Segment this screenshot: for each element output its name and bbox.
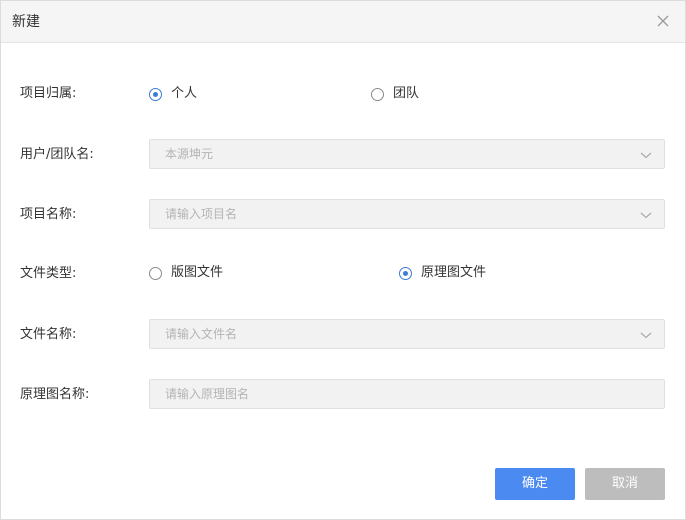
chevron-down-icon: [640, 209, 652, 219]
radio-schematic-file-circle[interactable]: [399, 266, 412, 280]
user-team-name-value: 本源坤元: [165, 147, 214, 161]
radio-team-circle[interactable]: [371, 87, 384, 101]
cancel-button[interactable]: 取消: [585, 468, 665, 500]
file-type-label: 文件类型:: [20, 266, 77, 281]
schematic-name-placeholder: 请输入原理图名: [165, 387, 250, 401]
file-name-label: 文件名称:: [20, 327, 77, 342]
radio-team-label: 团队: [393, 86, 420, 101]
radio-personal-circle[interactable]: [149, 87, 162, 101]
file-name-select[interactable]: 请输入文件名: [149, 319, 665, 349]
file-name-placeholder: 请输入文件名: [165, 327, 238, 341]
user-team-name-label: 用户/团队名:: [20, 147, 94, 162]
project-name-label: 项目名称:: [20, 207, 77, 222]
chevron-down-icon: [640, 149, 652, 159]
dialog-header: 新建: [1, 1, 685, 43]
radio-schematic-file[interactable]: 原理图文件: [399, 264, 486, 282]
radio-layout-file-label: 版图文件: [171, 265, 224, 280]
project-name-select[interactable]: 请输入项目名: [149, 199, 665, 229]
dialog-title: 新建: [12, 14, 40, 30]
close-icon[interactable]: [655, 13, 671, 29]
radio-schematic-file-label: 原理图文件: [421, 265, 487, 280]
new-dialog: 新建 项目归属: 个人 团队 用户/团队名: 本源坤元 项目名称: 请输入项目名…: [0, 0, 686, 520]
radio-layout-file-circle[interactable]: [149, 266, 162, 280]
project-name-placeholder: 请输入项目名: [165, 207, 238, 221]
confirm-button[interactable]: 确定: [495, 468, 575, 500]
user-team-name-select[interactable]: 本源坤元: [149, 139, 665, 169]
chevron-down-icon: [640, 329, 652, 339]
radio-personal-label: 个人: [171, 86, 198, 101]
schematic-name-label: 原理图名称:: [20, 387, 90, 402]
radio-layout-file[interactable]: 版图文件: [149, 264, 223, 282]
ownership-label: 项目归属:: [20, 86, 77, 101]
radio-team[interactable]: 团队: [371, 85, 419, 103]
schematic-name-input[interactable]: 请输入原理图名: [149, 379, 665, 409]
radio-personal[interactable]: 个人: [149, 85, 197, 103]
